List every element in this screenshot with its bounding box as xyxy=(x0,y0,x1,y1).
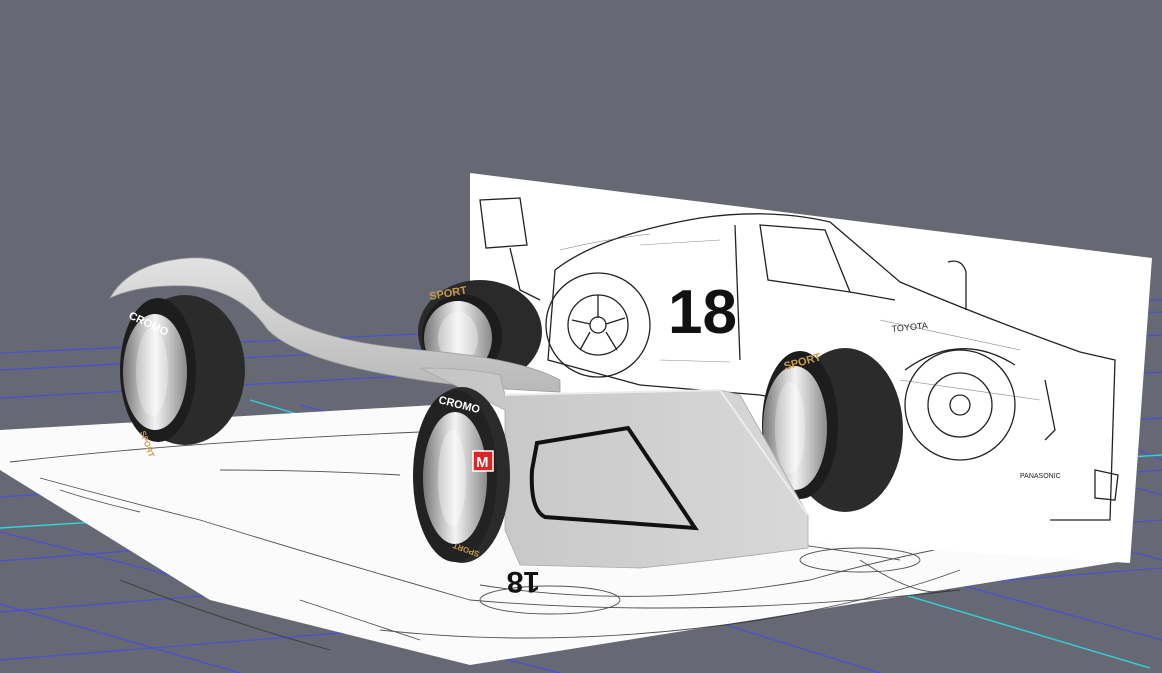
blueprint-top-number: 18 xyxy=(507,565,540,598)
tire-front-left[interactable]: CROMO SPORT xyxy=(413,387,510,563)
blueprint-side-sponsor-2: PANASONIC xyxy=(1020,473,1061,480)
3d-viewport[interactable]: 18 18 TOYOTA PANASONIC SPORT CROMO SPORT… xyxy=(0,0,1162,673)
blueprint-side-number: 18 xyxy=(668,278,737,347)
selection-marker-label: M xyxy=(476,454,489,471)
selection-marker[interactable]: M xyxy=(472,450,494,472)
scene-canvas[interactable]: 18 18 TOYOTA PANASONIC SPORT CROMO SPORT… xyxy=(0,0,1162,673)
